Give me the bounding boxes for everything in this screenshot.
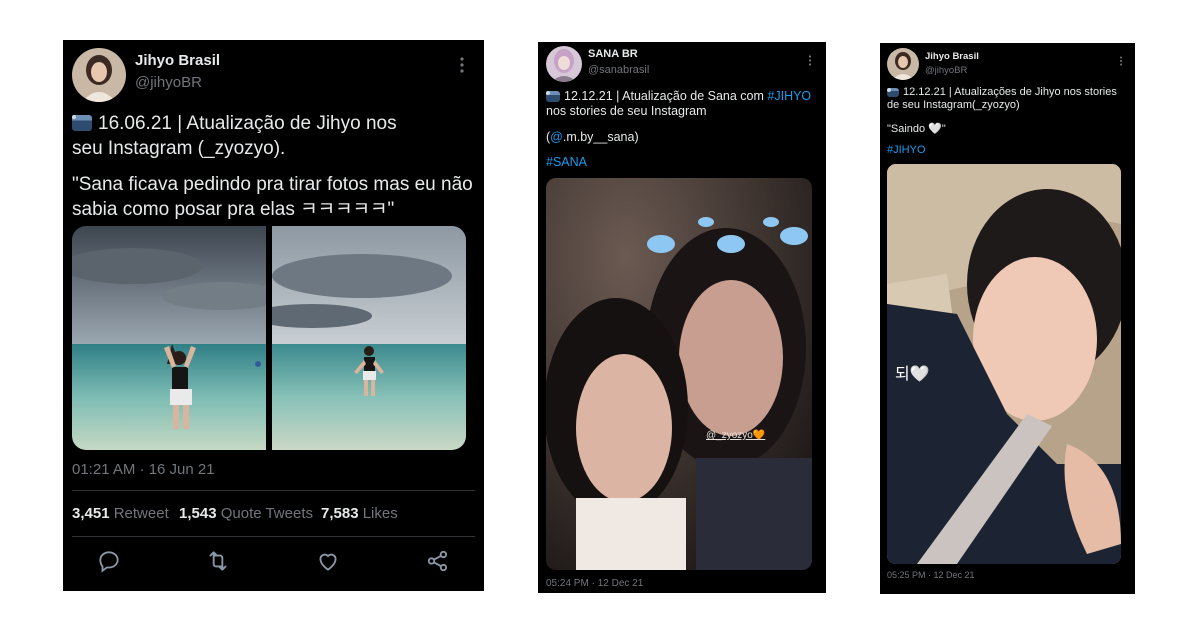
- reply-icon[interactable]: [96, 548, 122, 574]
- tweet-card-jihyo-brasil-1: Jihyo Brasil @jihyoBR 16.06.21 | Atualiz…: [63, 40, 484, 591]
- tweet-card-jihyo-brasil-2: Jihyo Brasil @jihyoBR 12.12.21 | Atualiz…: [880, 43, 1135, 594]
- retweet-icon[interactable]: [205, 548, 231, 574]
- quote-tweets-count: 1,543: [179, 505, 217, 522]
- tweet-photo[interactable]: @_zyozyo🧡: [546, 178, 812, 570]
- likes-count: 7,583: [321, 505, 359, 522]
- tweet-quote: "Saindo 🤍": [887, 123, 946, 135]
- user-handle[interactable]: @jihyoBR: [925, 65, 967, 76]
- tweet-text: 12.12.21 | Atualização de Sana com #JIHY…: [546, 89, 821, 119]
- display-name[interactable]: Jihyo Brasil: [135, 52, 220, 69]
- share-icon[interactable]: [425, 548, 451, 574]
- camera-emoji-icon: [887, 88, 899, 97]
- tweet-photo-1[interactable]: [72, 226, 266, 450]
- quote-tweets-label: Quote Tweets: [220, 505, 313, 522]
- tweet-line-1: 16.06.21 | Atualização de Jihyo nos: [98, 113, 397, 134]
- tweet-line-2: de seu Instagram(_zyozyo): [887, 99, 1020, 111]
- user-handle[interactable]: @jihyoBR: [135, 74, 202, 91]
- user-handle[interactable]: @sanabrasil: [588, 64, 649, 76]
- mention-line: (@.m.by__sana): [546, 130, 639, 144]
- quote-tweets-stat[interactable]: 1,543 Quote Tweets: [179, 505, 313, 522]
- mention-link[interactable]: @: [550, 130, 563, 144]
- retweet-count: 3,451: [72, 505, 110, 522]
- more-icon[interactable]: [808, 54, 812, 70]
- hashtag-sana-link[interactable]: #SANA: [546, 155, 587, 169]
- avatar[interactable]: [72, 48, 126, 102]
- tweet-quote: "Sana ficava pedindo pra tirar fotos mas…: [72, 172, 482, 222]
- tweet-photo-2[interactable]: [272, 226, 466, 450]
- divider: [72, 536, 475, 537]
- tweet-timestamp[interactable]: 05:25 PM · 12 Dec 21: [887, 570, 975, 580]
- photo-caption: 되🤍: [895, 366, 930, 383]
- tweet-line-2: nos stories de seu Instagram: [546, 104, 707, 118]
- quote-line-1: "Sana ficava pedindo pra tirar fotos mas…: [72, 174, 473, 195]
- avatar[interactable]: [887, 48, 919, 80]
- avatar[interactable]: [546, 46, 582, 82]
- tweet-timestamp[interactable]: 01:21 AM · 16 Jun 21: [72, 461, 215, 478]
- display-name[interactable]: SANA BR: [588, 48, 638, 60]
- more-icon[interactable]: [459, 57, 465, 77]
- display-name[interactable]: Jihyo Brasil: [925, 51, 979, 62]
- tweet-line-1: 12.12.21 | Atualizações de Jihyo nos sto…: [903, 86, 1117, 98]
- hashtag-jihyo-link[interactable]: #JIHYO: [767, 89, 811, 103]
- likes-label: Likes: [362, 505, 398, 522]
- tweet-line-1: 12.12.21 | Atualização de Sana com: [564, 89, 768, 103]
- quote-line-2: sabia como posar pra elas ㅋㅋㅋㅋㅋ": [72, 199, 395, 220]
- camera-emoji-icon: [72, 115, 92, 131]
- tweet-timestamp[interactable]: 05:24 PM · 12 Dec 21: [546, 578, 643, 589]
- retweet-label: Retweet: [113, 505, 169, 522]
- retweet-stat[interactable]: 3,451 Retweet: [72, 505, 169, 522]
- more-icon[interactable]: [1119, 54, 1123, 70]
- hashtag-jihyo-link[interactable]: #JIHYO: [887, 144, 926, 156]
- divider: [72, 490, 475, 491]
- tweet-text: 16.06.21 | Atualização de Jihyo nos seu …: [72, 111, 477, 161]
- tweet-photo[interactable]: 되🤍: [887, 164, 1121, 564]
- likes-stat[interactable]: 7,583 Likes: [321, 505, 398, 522]
- mention-rest: .m.by__sana): [562, 130, 639, 144]
- photo-sticker: @_zyozyo🧡: [706, 430, 766, 441]
- tweet-line-2: seu Instagram (_zyozyo).: [72, 138, 286, 159]
- like-icon[interactable]: [315, 548, 341, 574]
- tweet-text: 12.12.21 | Atualizações de Jihyo nos sto…: [887, 86, 1132, 112]
- tweet-card-sana-br: SANA BR @sanabrasil 12.12.21 | Atualizaç…: [538, 42, 826, 593]
- camera-emoji-icon: [546, 91, 560, 102]
